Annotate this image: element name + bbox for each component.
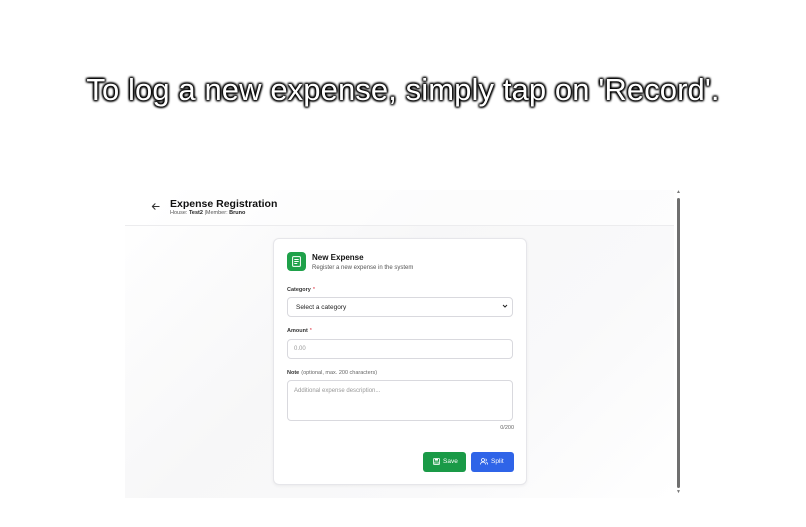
- card-subtitle: Register a new expense in the system: [312, 265, 414, 271]
- scrollbar-thumb[interactable]: [677, 198, 680, 488]
- category-select[interactable]: Select a category: [287, 297, 513, 317]
- character-counter: 0/200: [500, 425, 514, 431]
- scroll-up-arrow-icon[interactable]: ▲: [676, 190, 681, 195]
- floppy-disk-icon: [433, 458, 440, 467]
- arrow-left-icon[interactable]: [151, 202, 160, 214]
- save-button-label: Save: [443, 458, 458, 465]
- card-title: New Expense: [312, 253, 364, 262]
- amount-label-text: Amount: [287, 328, 308, 334]
- category-selected-value: Select a category: [296, 304, 347, 311]
- amount-input[interactable]: 0.00: [287, 339, 513, 359]
- house-value: Test2: [188, 210, 203, 216]
- vertical-scrollbar[interactable]: ▲ ▼: [676, 190, 681, 498]
- chevron-down-icon: [502, 303, 508, 311]
- app-screen: Expense Registration House: Test2 |Membe…: [125, 190, 674, 498]
- save-button[interactable]: Save: [423, 452, 466, 472]
- new-expense-card: New Expense Register a new expense in th…: [273, 238, 527, 485]
- note-hint: (optional, max. 200 characters): [301, 370, 378, 376]
- required-mark: *: [309, 328, 312, 334]
- category-label-text: Category: [287, 287, 311, 293]
- document-icon: [287, 252, 306, 271]
- required-mark: *: [312, 287, 315, 293]
- users-icon: [480, 458, 488, 467]
- scroll-down-arrow-icon[interactable]: ▼: [676, 490, 681, 495]
- note-textarea[interactable]: Additional expense description...: [287, 380, 513, 421]
- amount-placeholder: 0.00: [294, 346, 306, 352]
- page-header: Expense Registration House: Test2 |Membe…: [125, 190, 674, 226]
- note-label: Note (optional, max. 200 characters): [287, 370, 377, 376]
- house-label: House:: [170, 210, 188, 216]
- member-value: Bruno: [229, 210, 246, 216]
- tutorial-caption: To log a new expense, simply tap on 'Rec…: [86, 72, 720, 107]
- split-button-label: Split: [491, 458, 504, 465]
- split-button[interactable]: Split: [471, 452, 514, 472]
- amount-label: Amount *: [287, 328, 312, 334]
- member-label: |Member:: [204, 210, 228, 216]
- category-label: Category *: [287, 287, 315, 293]
- note-label-text: Note: [287, 370, 300, 376]
- house-member-info: House: Test2 |Member: Bruno: [170, 210, 245, 216]
- page-title: Expense Registration: [170, 198, 278, 210]
- note-placeholder: Additional expense description...: [294, 388, 381, 394]
